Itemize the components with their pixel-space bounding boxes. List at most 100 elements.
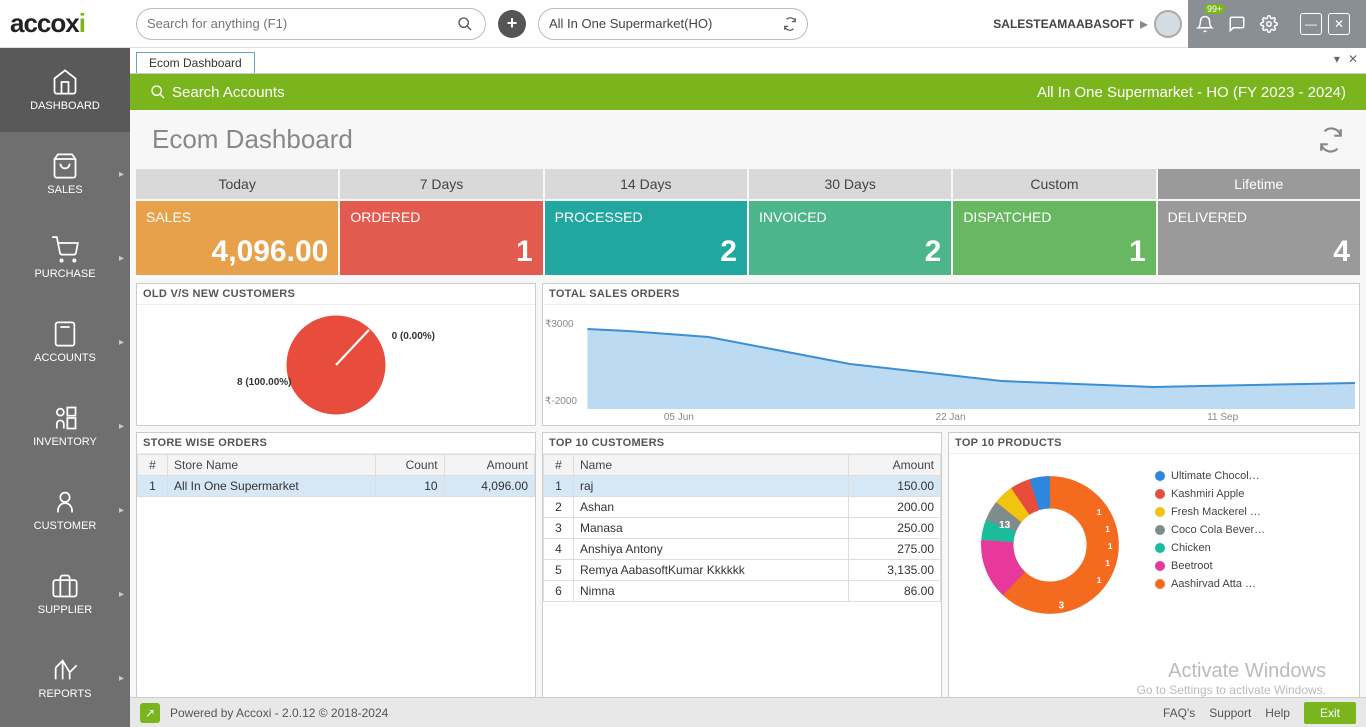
refresh-icon[interactable]: [783, 17, 797, 31]
kpi-sales[interactable]: SALES4,096.00: [136, 201, 338, 275]
footer-link-faqs[interactable]: FAQ's: [1163, 706, 1195, 720]
th[interactable]: Store Name: [168, 455, 376, 476]
th[interactable]: #: [138, 455, 168, 476]
th[interactable]: Amount: [444, 455, 534, 476]
legend-item[interactable]: Aashirvad Atta …: [1155, 578, 1265, 590]
th[interactable]: Name: [574, 455, 849, 476]
context-label: All In One Supermarket - HO (FY 2023 - 2…: [1037, 84, 1346, 101]
pie-label-old: 8 (100.00%): [237, 377, 291, 388]
footer: ↗ Powered by Accoxi - 2.0.12 © 2018-2024…: [130, 697, 1366, 727]
top-bar: accoxi + All In One Supermarket(HO) SALE…: [0, 0, 1366, 48]
avatar[interactable]: [1154, 10, 1182, 38]
legend-item[interactable]: Fresh Mackerel …: [1155, 506, 1265, 518]
add-button[interactable]: +: [498, 10, 526, 38]
main-content: Ecom Dashboard ▾ ✕ Search Accounts All I…: [130, 48, 1366, 727]
gear-icon[interactable]: [1260, 15, 1278, 33]
card-title: STORE WISE ORDERS: [137, 433, 535, 454]
footer-link-support[interactable]: Support: [1209, 706, 1251, 720]
kpi-label: INVOICED: [759, 209, 941, 225]
minimize-button[interactable]: —: [1300, 13, 1322, 35]
period-tab-lifetime[interactable]: Lifetime: [1158, 169, 1360, 199]
period-tabs: Today7 Days14 Days30 DaysCustomLifetime: [130, 169, 1366, 199]
search-icon[interactable]: [455, 14, 475, 34]
kpi-dispatched[interactable]: DISPATCHED1: [953, 201, 1155, 275]
table-row[interactable]: 4Anshiya Antony275.00: [544, 539, 941, 560]
store-selector[interactable]: All In One Supermarket(HO): [538, 8, 808, 40]
area-chart: [547, 309, 1355, 409]
sidebar-item-supplier[interactable]: SUPPLIER ▸: [0, 552, 130, 636]
sidebar-item-purchase[interactable]: PURCHASE ▸: [0, 216, 130, 300]
table-row[interactable]: 1raj150.00: [544, 476, 941, 497]
period-tab-today[interactable]: Today: [136, 169, 338, 199]
kpi-delivered[interactable]: DELIVERED4: [1158, 201, 1360, 275]
sidebar-item-sales[interactable]: SALES ▸: [0, 132, 130, 216]
period-tab-30-days[interactable]: 30 Days: [749, 169, 951, 199]
bell-icon[interactable]: [1196, 15, 1214, 33]
sidebar-item-dashboard[interactable]: DASHBOARD: [0, 48, 130, 132]
table-row[interactable]: 6Nimna86.00: [544, 581, 941, 602]
kpi-label: DISPATCHED: [963, 209, 1145, 225]
sidebar-item-customer[interactable]: CUSTOMER ▸: [0, 468, 130, 552]
global-search[interactable]: [136, 8, 486, 40]
legend-item[interactable]: Chicken: [1155, 542, 1265, 554]
footer-powered: Powered by Accoxi - 2.0.12 © 2018-2024: [170, 706, 388, 720]
period-tab-7-days[interactable]: 7 Days: [340, 169, 542, 199]
table-row[interactable]: 1All In One Supermarket104,096.00: [138, 476, 535, 497]
briefcase-icon: [50, 572, 80, 600]
exit-button[interactable]: Exit: [1304, 702, 1356, 724]
legend-item[interactable]: Beetroot: [1155, 560, 1265, 572]
card-old-new-customers: OLD V/S NEW CUSTOMERS 0 (0.00%) 8 (100.0…: [136, 283, 536, 426]
cart-icon: [50, 236, 80, 264]
y-tick: ₹3000: [545, 319, 574, 330]
chat-icon[interactable]: [1228, 15, 1246, 33]
user-name[interactable]: SALESTEAMAABASOFT: [993, 17, 1134, 31]
chevron-right-icon: ▸: [119, 589, 124, 600]
sidebar-item-reports[interactable]: REPORTS ▸: [0, 636, 130, 720]
search-input[interactable]: [147, 16, 455, 31]
legend-item[interactable]: Coco Cola Bever…: [1155, 524, 1265, 536]
th[interactable]: Count: [376, 455, 444, 476]
kpi-value: 2: [555, 235, 737, 269]
sidebar-item-inventory[interactable]: INVENTORY ▸: [0, 384, 130, 468]
tab-ecom-dashboard[interactable]: Ecom Dashboard: [136, 52, 255, 73]
svg-text:1: 1: [1105, 558, 1110, 568]
period-tab-custom[interactable]: Custom: [953, 169, 1155, 199]
period-tab-14-days[interactable]: 14 Days: [545, 169, 747, 199]
donut-legend: Ultimate Chocol… Kashmiri Apple Fresh Mack…: [1155, 460, 1265, 630]
search-icon[interactable]: [150, 84, 166, 100]
sidebar-item-label: DASHBOARD: [30, 100, 100, 112]
card-top-products: TOP 10 PRODUCTS: [948, 432, 1360, 721]
notification-badge: 99+: [1204, 4, 1225, 14]
th[interactable]: #: [544, 455, 574, 476]
kpi-label: DELIVERED: [1168, 209, 1350, 225]
sidebar-item-accounts[interactable]: ACCOUNTS ▸: [0, 300, 130, 384]
search-accounts-link[interactable]: Search Accounts: [172, 84, 285, 101]
bag-icon: [50, 152, 80, 180]
kpi-label: ORDERED: [350, 209, 532, 225]
table-row[interactable]: 3Manasa250.00: [544, 518, 941, 539]
card-total-sales-orders: TOTAL SALES ORDERS ₹3000 ₹-2000 05 Jun 2…: [542, 283, 1360, 426]
refresh-button[interactable]: [1318, 127, 1344, 153]
legend-item[interactable]: Kashmiri Apple: [1155, 488, 1265, 500]
dropdown-icon[interactable]: ▾: [1334, 52, 1340, 66]
card-title: OLD V/S NEW CUSTOMERS: [137, 284, 535, 305]
page-header: Ecom Dashboard: [130, 110, 1366, 169]
footer-link-help[interactable]: Help: [1265, 706, 1290, 720]
close-button[interactable]: ✕: [1328, 13, 1350, 35]
chevron-right-icon: ▸: [119, 337, 124, 348]
calculator-icon: [50, 320, 80, 348]
chevron-right-icon: ▸: [119, 253, 124, 264]
legend-item[interactable]: Ultimate Chocol…: [1155, 470, 1265, 482]
x-tick: 11 Sep: [1207, 412, 1238, 423]
th[interactable]: Amount: [848, 455, 940, 476]
tab-close-icon[interactable]: ✕: [1348, 52, 1358, 66]
kpi-ordered[interactable]: ORDERED1: [340, 201, 542, 275]
home-icon: [50, 68, 80, 96]
kpi-invoiced[interactable]: INVOICED2: [749, 201, 951, 275]
kpi-label: PROCESSED: [555, 209, 737, 225]
table-row[interactable]: 5Remya AabasoftKumar Kkkkkk3,135.00: [544, 560, 941, 581]
svg-text:1: 1: [1108, 541, 1113, 551]
kpi-processed[interactable]: PROCESSED 2: [545, 201, 747, 275]
table-row[interactable]: 2Ashan200.00: [544, 497, 941, 518]
sidebar-item-label: INVENTORY: [33, 436, 97, 448]
